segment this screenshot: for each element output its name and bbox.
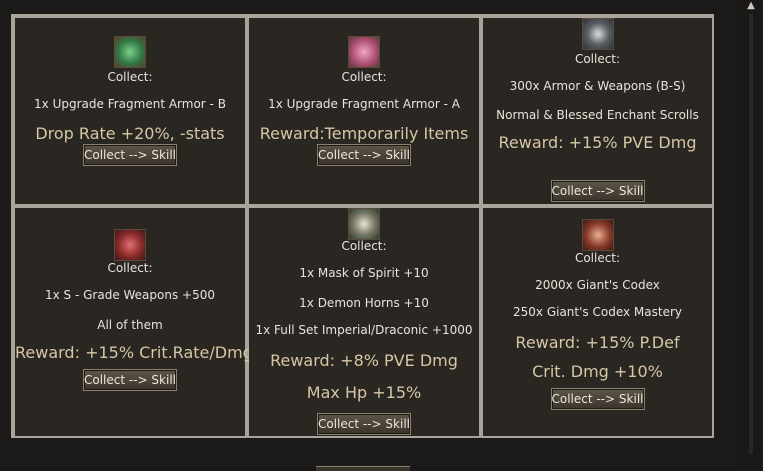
collect-label: Collect: — [574, 251, 621, 265]
collection-grid: Collect: 1x Upgrade Fragment Armor - B D… — [11, 14, 714, 438]
collect-label: Collect: — [341, 70, 387, 84]
reward-text: Reward: +15% P.Def — [515, 333, 680, 352]
reward-text: Reward: +15% Crit.Rate/Dmg — [15, 343, 253, 362]
collection-cell-4: Collect: 1x S - Grade Weapons +500 All o… — [15, 208, 253, 436]
collection-cell-6: Collect: 2000x Giant's Codex 250x Giant'… — [483, 208, 712, 436]
requirement-line: 1x S - Grade Weapons +500 — [44, 288, 215, 302]
mask-icon — [348, 208, 380, 240]
collect-skill-button[interactable]: Collect --> Skill — [550, 180, 645, 202]
reward-text: Reward: +8% PVE Dmg — [270, 351, 458, 370]
collection-cell-2: Collect: 1x Upgrade Fragment Armor - A R… — [249, 18, 479, 204]
armor-weapons-icon — [581, 18, 614, 50]
reward-text: Max Hp +15% — [306, 383, 422, 402]
collect-skill-button[interactable]: Collect --> Skill — [550, 388, 645, 410]
collect-skill-button[interactable]: Collect --> Skill — [317, 413, 411, 435]
requirement-line: 250x Giant's Codex Mastery — [513, 305, 682, 319]
scrollbar[interactable]: ▲ — [742, 0, 760, 470]
reward-text: Reward:Temporarily Items — [259, 124, 469, 143]
scroll-up-arrow-icon[interactable]: ▲ — [742, 0, 760, 12]
collection-cell-1: Collect: 1x Upgrade Fragment Armor - B D… — [15, 18, 245, 204]
partial-button-offscreen[interactable] — [316, 466, 410, 471]
codex-book-icon — [581, 219, 614, 251]
requirement-line: 300x Armor & Weapons (B-S) — [509, 79, 686, 93]
requirement-line: 2000x Giant's Codex — [535, 278, 660, 292]
requirement-line: 1x Full Set Imperial/Draconic +1000 — [255, 323, 473, 337]
requirement-line: Normal & Blessed Enchant Scrolls — [496, 108, 699, 122]
requirement-line: 1x Demon Horns +10 — [299, 296, 429, 310]
red-weapon-icon — [114, 229, 146, 261]
collection-cell-5: Collect: 1x Mask of Spirit +10 1x Demon … — [249, 208, 479, 436]
collect-skill-button[interactable]: Collect --> Skill — [83, 144, 177, 166]
collect-label: Collect: — [574, 52, 621, 66]
requirement-line: 1x Upgrade Fragment Armor - B — [34, 97, 226, 111]
collect-label: Collect: — [107, 261, 153, 275]
scroll-thumb[interactable] — [749, 14, 753, 454]
reward-text: Reward: +15% PVE Dmg — [498, 133, 697, 152]
collect-skill-button[interactable]: Collect --> Skill — [83, 369, 177, 391]
collect-label: Collect: — [107, 70, 153, 84]
reward-text: Drop Rate +20%, -stats — [35, 124, 225, 143]
collection-cell-3: Collect: 300x Armor & Weapons (B-S) Norm… — [483, 18, 712, 204]
requirement-line: All of them — [97, 318, 163, 332]
requirement-line: 1x Upgrade Fragment Armor - A — [268, 97, 460, 111]
pink-crystal-icon — [348, 36, 380, 68]
collect-skill-button[interactable]: Collect --> Skill — [317, 144, 411, 166]
green-crystal-icon — [114, 36, 146, 68]
requirement-line: 1x Mask of Spirit +10 — [299, 266, 429, 280]
collect-label: Collect: — [341, 239, 387, 253]
reward-text: Crit. Dmg +10% — [532, 362, 663, 381]
